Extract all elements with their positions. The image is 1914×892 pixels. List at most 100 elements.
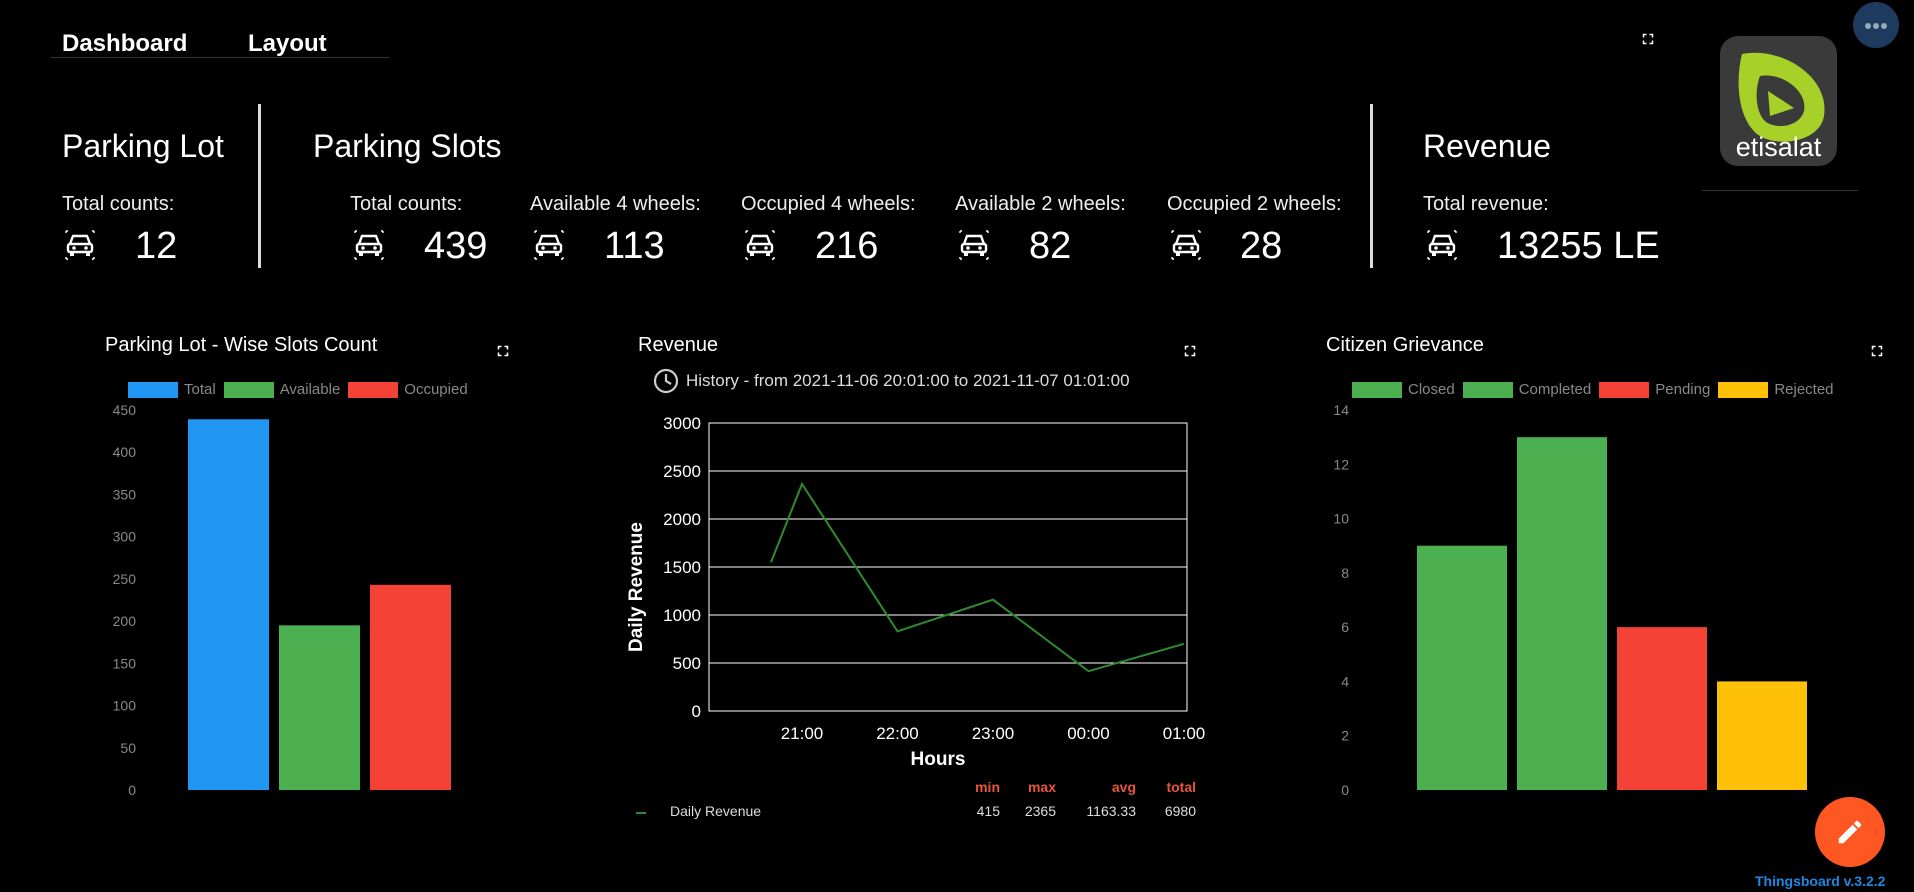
y-tick-label: 250 <box>113 571 137 587</box>
parking-slots-title: Parking Slots <box>313 128 502 164</box>
y-tick-label: 8 <box>1341 565 1349 581</box>
more-menu-button[interactable] <box>1853 2 1899 48</box>
x-tick-label: 23:00 <box>972 724 1015 743</box>
tabs-underline <box>50 57 390 58</box>
daily-revenue-line[interactable] <box>770 481 1185 673</box>
grievance-bar-chart: 0 2 4 6 8 10 12 14 <box>1333 402 1807 798</box>
y-tick-label: 1000 <box>663 606 701 625</box>
y-tick-label: 200 <box>113 613 137 629</box>
y-tick-label: 350 <box>113 486 137 502</box>
bar-completed[interactable] <box>1517 437 1607 790</box>
edit-fab-button[interactable] <box>1815 797 1885 867</box>
tab-dashboard[interactable]: Dashboard <box>62 30 187 58</box>
legend-item[interactable]: Closed <box>1352 381 1455 398</box>
y-tick-label: 50 <box>120 740 136 756</box>
y-tick-label: 12 <box>1333 456 1349 472</box>
x-tick-label: 22:00 <box>876 724 919 743</box>
legend-swatch <box>1352 381 1402 398</box>
slots-occupied2-value: 28 <box>1240 225 1283 267</box>
history-range[interactable]: History - from 2021-11-06 20:01:00 to 20… <box>686 371 1130 391</box>
slots-available4-label: Available 4 wheels: <box>530 193 701 215</box>
legend-swatch <box>223 381 274 398</box>
y-tick-label: 400 <box>113 444 137 460</box>
bar-total[interactable] <box>188 419 269 790</box>
y-tick-label: 100 <box>113 698 137 714</box>
car-icon <box>1425 227 1459 261</box>
y-tick-label: 4 <box>1341 673 1349 689</box>
parking-lot-value: 12 <box>135 225 178 267</box>
legend-item[interactable]: Total <box>128 381 216 398</box>
legend-label: Pending <box>1655 381 1711 398</box>
y-tick-label: 3000 <box>663 414 701 433</box>
y-tick-label: 0 <box>1341 782 1349 798</box>
car-icon <box>743 227 777 261</box>
slots-total-value: 439 <box>424 225 488 267</box>
stat-header-max: max <box>1027 779 1056 795</box>
slots-occupied4-value: 216 <box>815 225 879 267</box>
stat-header-min: min <box>975 779 1000 795</box>
stat-avg: 1163.33 <box>1086 803 1136 819</box>
y-tick-label: 10 <box>1333 511 1349 527</box>
grievance-chart-title: Citizen Grievance <box>1326 334 1484 356</box>
car-icon <box>352 227 386 261</box>
etisalat-logo: etisalat <box>1720 36 1837 166</box>
y-tick-label: 1500 <box>663 558 701 577</box>
y-tick-label: 14 <box>1333 402 1349 418</box>
legend-item[interactable]: Completed <box>1462 381 1592 398</box>
header-fullscreen-icon[interactable] <box>1639 30 1657 48</box>
legend-swatch <box>1718 381 1769 398</box>
slots-total-label: Total counts: <box>350 193 463 215</box>
y-tick-label: 300 <box>113 529 137 545</box>
revenue-fullscreen-icon[interactable] <box>1181 342 1199 360</box>
slots-legend: Total Available Occupied <box>128 381 468 398</box>
slots-available2-value: 82 <box>1029 225 1072 267</box>
stat-max: 2365 <box>1024 803 1056 819</box>
revenue-stats-header: min max avg total <box>960 779 1200 795</box>
stat-total: 6980 <box>1164 803 1196 819</box>
slots-fullscreen-icon[interactable] <box>494 342 512 360</box>
y-tick-label: 6 <box>1341 619 1349 635</box>
grievance-fullscreen-icon[interactable] <box>1868 342 1886 360</box>
legend-item[interactable]: Occupied <box>348 381 468 398</box>
legend-label: Completed <box>1518 381 1592 398</box>
grievance-legend: Closed Completed Pending Rejected <box>1352 381 1834 398</box>
legend-label: Occupied <box>404 381 468 398</box>
legend-swatch <box>348 381 399 398</box>
revenue-legend-line <box>636 812 646 814</box>
car-icon <box>532 227 566 261</box>
bar-rejected[interactable] <box>1717 681 1807 790</box>
bar-occupied[interactable] <box>370 584 451 790</box>
revenue-value: 13255 LE <box>1497 225 1660 267</box>
slots-bar-chart: 0 50 100 150 200 250 300 350 400 450 <box>113 402 451 798</box>
section-divider <box>1370 104 1373 268</box>
stat-min: 415 <box>976 803 1000 819</box>
bar-closed[interactable] <box>1417 545 1507 790</box>
version-label: Thingsboard v.3.2.2 <box>1755 873 1886 889</box>
slots-occupied2-label: Occupied 2 wheels: <box>1167 193 1342 215</box>
legend-label: Available <box>279 381 341 398</box>
tab-layout[interactable]: Layout <box>248 30 327 58</box>
revenue-chart-title: Revenue <box>638 334 719 356</box>
x-axis-label: Hours <box>911 749 966 770</box>
legend-item[interactable]: Available <box>223 381 341 398</box>
y-axis-label: Daily Revenue <box>626 522 647 652</box>
more-dots-icon <box>1865 23 1887 29</box>
stat-header-avg: avg <box>1111 779 1136 795</box>
revenue-title: Revenue <box>1423 128 1552 164</box>
pencil-icon <box>1838 820 1862 844</box>
legend-swatch <box>128 381 178 398</box>
revenue-label: Total revenue: <box>1423 193 1549 215</box>
legend-label: Closed <box>1408 381 1455 398</box>
legend-item[interactable]: Pending <box>1599 381 1710 398</box>
bar-pending[interactable] <box>1617 627 1707 790</box>
legend-item[interactable]: Rejected <box>1718 381 1834 398</box>
slots-available4-value: 113 <box>604 225 665 267</box>
stat-header-total: total <box>1166 779 1196 795</box>
revenue-legend-label[interactable]: Daily Revenue <box>670 803 761 819</box>
legend-label: Rejected <box>1774 381 1834 398</box>
y-tick-label: 150 <box>113 655 137 671</box>
y-tick-label: 450 <box>113 402 137 418</box>
y-tick-label: 2500 <box>663 462 701 481</box>
y-tick-label: 2 <box>1341 728 1349 744</box>
bar-available[interactable] <box>279 625 360 790</box>
